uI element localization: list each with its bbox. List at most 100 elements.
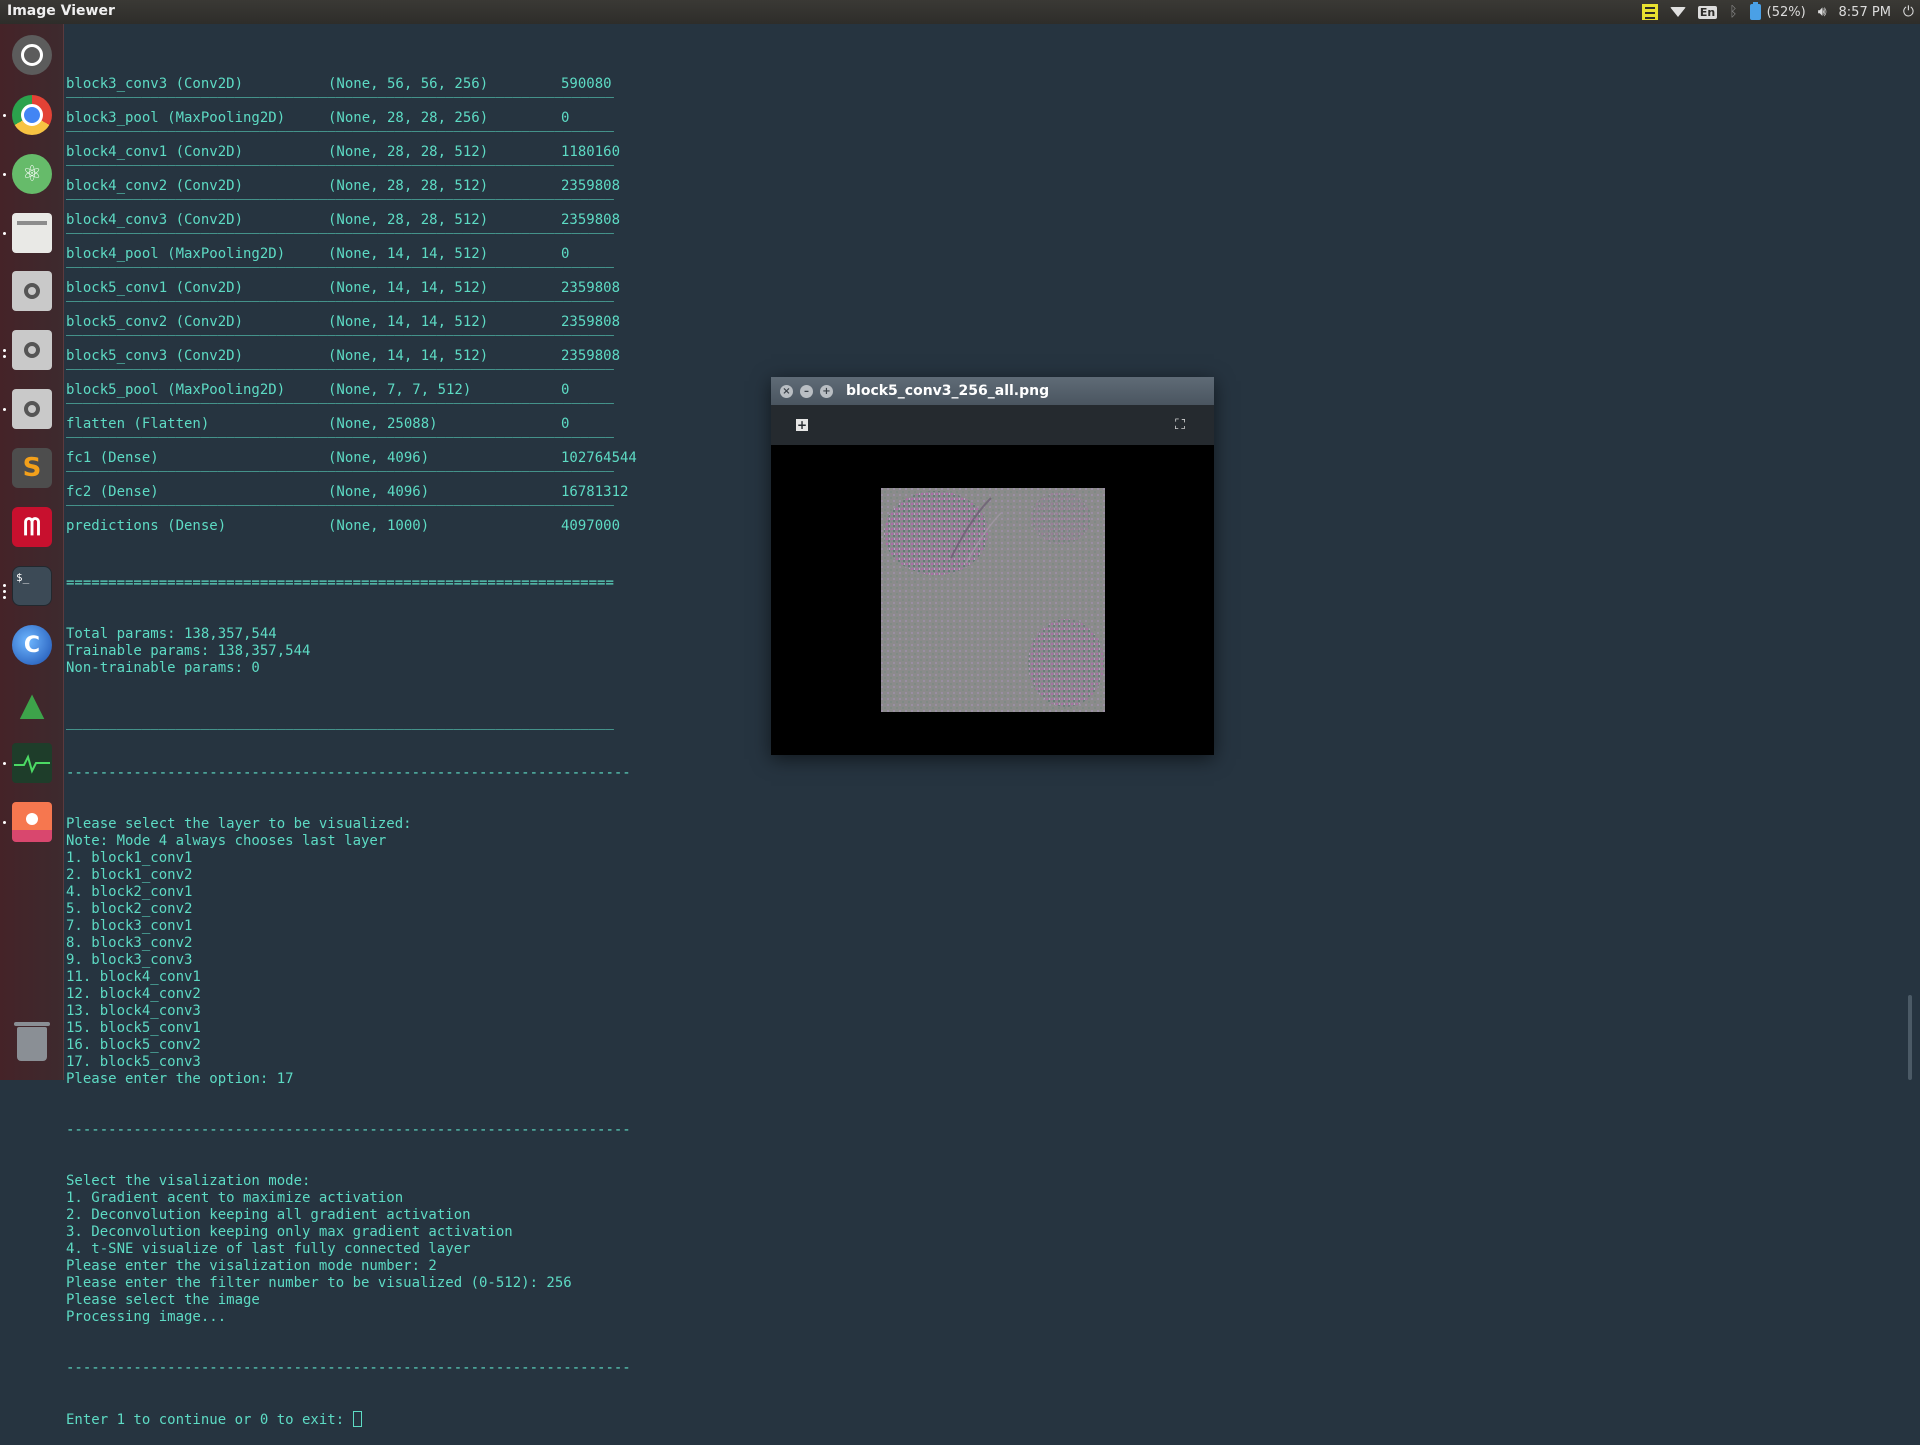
sound-indicator[interactable]: 🔊︎ [1818,0,1827,24]
battery-percent: (52%) [1766,4,1806,20]
atom-icon[interactable]: ⚛ [12,154,52,194]
table-row: block4_pool (MaxPooling2D) (None, 14, 14,… [66,236,1906,270]
running-indicator [3,173,6,176]
running-indicator [3,590,6,593]
running-indicator [3,349,6,352]
system-tray: En ᛒ (52%) 🔊︎ 8:57 PM ⏻ [1636,0,1920,24]
menu-line: Please enter the visalization mode numbe… [66,1258,437,1274]
terminal-scrollbar[interactable] [1908,995,1912,1080]
speaker-icon: 🔊︎ [1817,4,1827,20]
menu-line: Processing image... [66,1309,227,1325]
layer-name: predictions (Dense) [66,518,227,534]
table-row: block5_conv2 (Conv2D) (None, 14, 14, 512)… [66,304,1906,338]
sublime-icon[interactable]: S [12,448,52,488]
network-indicator[interactable] [1669,0,1686,24]
bluetooth-indicator[interactable]: ᛒ [1729,0,1737,24]
rocket-icon[interactable]: ▲ [12,684,52,724]
row-separator: ________________________________________… [66,456,614,472]
trash-icon[interactable] [12,1022,52,1064]
menu-line: 1. Gradient acent to maximize activation [66,1190,404,1206]
top-panel: Image Viewer En ᛒ (52%) 🔊︎ 8:57 PM ⏻ [0,0,1920,24]
row-separator: ________________________________________… [66,252,614,268]
menu-line: Please select the image [66,1292,260,1308]
launcher: ⚛ S ᗰ $_ C ▲ [0,24,64,1080]
row-separator: ________________________________________… [66,116,614,132]
text-cursor [352,1411,362,1427]
row-separator: ________________________________________… [66,354,614,370]
app-title: Image Viewer [7,3,115,19]
menu-line: 17. block5_conv3 [66,1054,201,1070]
window-titlebar[interactable]: × – + block5_conv3_256_all.png [771,377,1214,405]
keyboard-layout: En [1697,5,1718,19]
viewer-toolbar: + ⛶ [771,405,1214,445]
globe-icon[interactable]: C [12,625,52,665]
row-separator: ________________________________________… [66,82,614,98]
clock-text: 8:57 PM [1838,4,1891,20]
minimize-button[interactable]: – [800,384,813,398]
menu-line: Select the visalization mode: [66,1173,311,1189]
table-row: block3_conv3 (Conv2D) (None, 56, 56, 256)… [66,66,1906,100]
menu-line: 11. block4_conv1 [66,969,201,985]
menu-line: 4. t-SNE visualize of last fully connect… [66,1241,471,1257]
image-canvas [771,445,1214,755]
window-title: block5_conv3_256_all.png [846,383,1050,399]
menu-line: 4. block2_conv1 [66,884,193,900]
menu-line: Please enter the filter number to be vis… [66,1275,572,1291]
param-count: 4097000 [561,518,621,534]
image-viewer-window: × – + block5_conv3_256_all.png + ⛶ [771,377,1214,755]
menu-line: 3. Deconvolution keeping only max gradie… [66,1224,513,1240]
terminal-icon[interactable]: $_ [12,566,52,606]
battery-icon [1749,2,1761,20]
dash-separator: ----------------------------------------… [66,765,631,781]
mode-menu: Select the visalization mode: 1. Gradient… [66,1173,1906,1326]
running-indicator [3,762,6,765]
running-indicator [3,596,6,599]
row-separator: ________________________________________… [66,184,614,200]
add-button[interactable]: + [794,417,810,433]
table-row: block3_pool (MaxPooling2D) (None, 28, 28,… [66,100,1906,134]
final-prompt: Enter 1 to continue or 0 to exit: [66,1412,353,1428]
dash-separator: ----------------------------------------… [66,1122,631,1138]
close-button[interactable]: × [780,384,793,398]
bluetooth-icon: ᛒ [1729,4,1738,20]
menu-line: 13. block4_conv3 [66,1003,201,1019]
row-separator: ________________________________________… [66,388,614,404]
menu-line: 7. block3_conv1 [66,918,193,934]
keyboard-indicator[interactable]: En [1697,0,1718,24]
system-monitor-icon[interactable] [12,743,52,783]
menu-line: 9. block3_conv3 [66,952,193,968]
running-indicator [3,821,6,824]
table-row: block4_conv2 (Conv2D) (None, 28, 28, 512)… [66,168,1906,202]
menu-line: 2. Deconvolution keeping all gradient ac… [66,1207,471,1223]
dash-icon[interactable] [12,35,52,75]
menu-line: 15. block5_conv1 [66,1020,201,1036]
add-icon: + [796,418,808,432]
disk-icon[interactable] [12,330,52,370]
battery-indicator[interactable]: (52%) [1749,0,1806,24]
disk-icon[interactable] [12,389,52,429]
clock[interactable]: 8:57 PM [1839,0,1891,24]
disk-icon[interactable] [12,271,52,311]
fullscreen-icon: ⛶ [1175,417,1185,433]
table-row: block5_conv3 (Conv2D) (None, 14, 14, 512)… [66,338,1906,372]
running-indicator [3,408,6,411]
notes-indicator[interactable] [1641,0,1658,24]
image-viewer-icon[interactable] [12,802,52,842]
row-separator: ________________________________________… [66,218,614,234]
maximize-button[interactable]: + [820,384,833,398]
chrome-icon[interactable] [12,95,52,135]
session-indicator[interactable]: ⏻ [1903,0,1914,24]
input-line[interactable]: Enter 1 to continue or 0 to exit: [66,1411,1906,1428]
row-separator: ________________________________________… [66,320,614,336]
menu-line: Note: Mode 4 always chooses last layer [66,833,387,849]
row-separator: ________________________________________… [66,490,614,506]
dash-separator: ----------------------------------------… [66,1360,631,1376]
menu-line: 1. block1_conv1 [66,850,193,866]
menu-line: 12. block4_conv2 [66,986,201,1002]
fullscreen-button[interactable]: ⛶ [1172,417,1188,433]
running-indicator [3,355,6,358]
table-row: block5_conv1 (Conv2D) (None, 14, 14, 512)… [66,270,1906,304]
running-indicator [3,584,6,587]
mendeley-icon[interactable]: ᗰ [12,507,52,547]
files-icon[interactable] [12,213,52,253]
